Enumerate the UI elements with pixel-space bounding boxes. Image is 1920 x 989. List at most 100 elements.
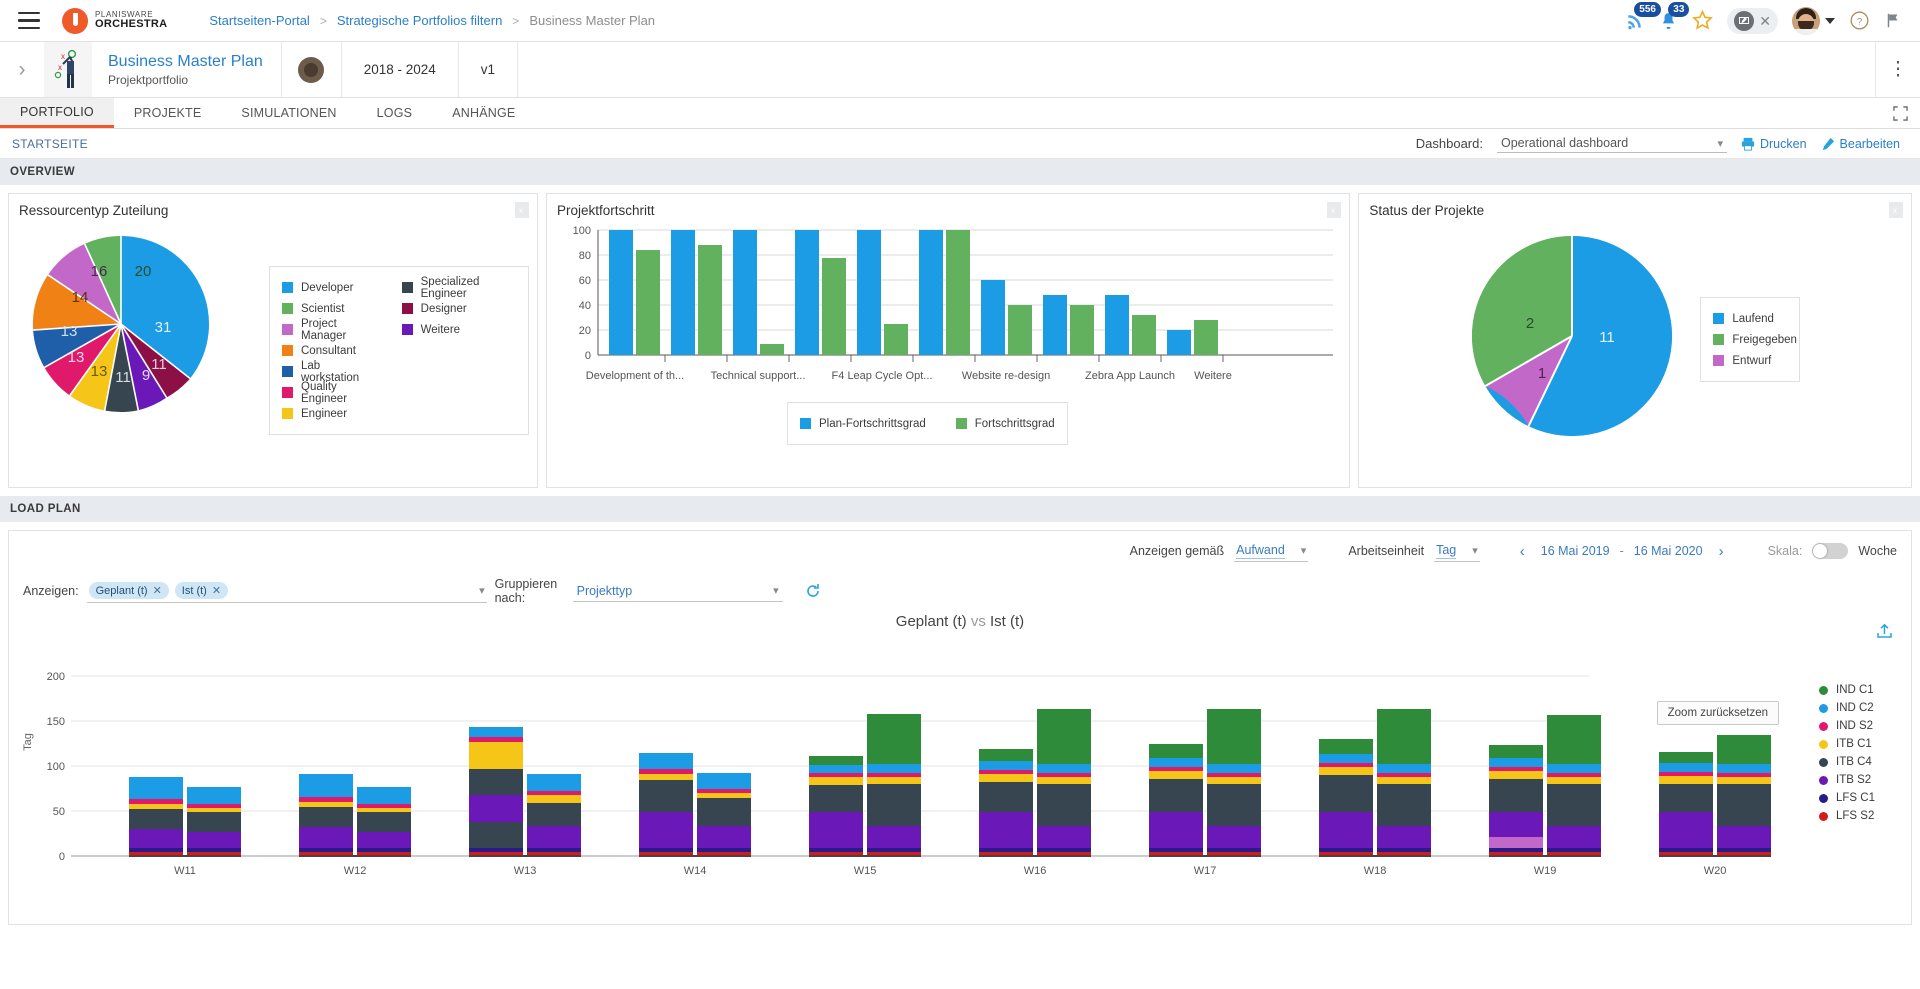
legend-swatch <box>1713 355 1724 366</box>
date-from[interactable]: 16 Mai 2019 <box>1541 544 1610 558</box>
widget-title: Projektfortschritt <box>547 194 1349 218</box>
svg-text:x: x <box>58 63 62 72</box>
menu-icon[interactable] <box>12 6 46 36</box>
arbeitseinheit-value: Tag <box>1436 543 1456 559</box>
legend-label: IND S2 <box>1836 720 1873 732</box>
chip-remove-icon[interactable]: ✕ <box>212 584 221 597</box>
svg-text:9: 9 <box>142 367 150 384</box>
legend-item: ITB C4 <box>1819 753 1875 771</box>
date-separator: - <box>1620 544 1624 558</box>
load-plan-panel: Anzeigen gemäß Aufwand ▾ Arbeitseinheit … <box>8 530 1912 925</box>
chevron-down-icon[interactable] <box>1825 18 1835 24</box>
legend-label: Designer <box>421 303 467 315</box>
tab-projekte[interactable]: PROJEKTE <box>114 98 222 128</box>
tab-anhaenge[interactable]: ANHÄNGE <box>432 98 535 128</box>
app-logo: PLANISWARE ORCHESTRA <box>62 8 167 34</box>
legend-label: ITB C4 <box>1836 756 1872 768</box>
prev-period-button[interactable]: ‹ <box>1514 543 1531 560</box>
bell-badge: 33 <box>1668 2 1689 17</box>
skala-toggle[interactable] <box>1812 543 1848 559</box>
tab-simulationen[interactable]: SIMULATIONEN <box>221 98 356 128</box>
anzeigen-multiselect[interactable]: Geplant (t) ✕ Ist (t) ✕ ▾ <box>87 579 487 603</box>
more-options-icon[interactable]: ⋮ <box>1876 42 1920 97</box>
widget-title: Status der Projekte <box>1359 194 1911 218</box>
dashboard-select[interactable]: Operational dashboard ▾ <box>1497 134 1727 153</box>
legend-swatch <box>1819 776 1828 785</box>
object-title-block: Business Master Plan Projektportfolio <box>92 42 282 97</box>
breadcrumb-item-1[interactable]: Strategische Portfolios filtern <box>337 13 502 28</box>
version-cell: v1 <box>459 42 518 97</box>
svg-text:Technical support...: Technical support... <box>711 370 806 382</box>
export-icon[interactable] <box>1876 623 1893 639</box>
tab-logs[interactable]: LOGS <box>357 98 433 128</box>
print-button[interactable]: Drucken <box>1741 137 1807 151</box>
load-plan-filters: Anzeigen: Geplant (t) ✕ Ist (t) ✕ ▾ Grup… <box>9 571 1911 611</box>
edit-label: Bearbeiten <box>1840 137 1900 151</box>
chip-geplant[interactable]: Geplant (t) ✕ <box>89 582 169 599</box>
rss-icon[interactable]: 556 <box>1625 11 1645 31</box>
page-title[interactable]: Business Master Plan <box>108 53 263 71</box>
legend-item: Engineer <box>282 403 376 424</box>
legend-swatch <box>1819 686 1828 695</box>
legend-swatch <box>1819 758 1828 767</box>
edit-button[interactable]: Bearbeiten <box>1821 137 1900 151</box>
user-menu[interactable] <box>1792 7 1835 35</box>
gruppieren-select[interactable]: Projekttyp ▾ <box>573 581 783 602</box>
svg-text:F4 Leap Cycle Opt...: F4 Leap Cycle Opt... <box>832 370 933 382</box>
legend-project-status: Laufend Freigegeben Entwurf <box>1700 297 1800 382</box>
breadcrumb: Startseiten-Portal > Strategische Portfo… <box>209 13 655 28</box>
legend-item: Weitere <box>402 319 516 340</box>
chip-ist[interactable]: Ist (t) ✕ <box>175 582 228 599</box>
bar-group-w20: W20 <box>1659 735 1771 877</box>
next-period-button[interactable]: › <box>1713 543 1730 560</box>
date-to[interactable]: 16 Mai 2020 <box>1634 544 1703 558</box>
legend-swatch <box>282 387 293 398</box>
breadcrumb-item-2: Business Master Plan <box>529 13 655 28</box>
legend-swatch <box>1819 740 1828 749</box>
svg-text:13: 13 <box>61 323 78 340</box>
anzeigen-gemaess-select[interactable]: Aufwand ▾ <box>1234 541 1308 562</box>
legend-item: Quality Engineer <box>282 382 376 403</box>
legend-label: Engineer <box>301 408 347 420</box>
edit-icon[interactable] <box>1734 11 1754 31</box>
refresh-icon[interactable] <box>805 583 821 599</box>
printer-icon <box>1741 137 1755 151</box>
startseite-tab[interactable]: STARTSEITE <box>12 137 88 151</box>
legend-label: Project Manager <box>301 318 376 342</box>
bell-icon[interactable]: 33 <box>1659 11 1678 31</box>
edit-mode-pill[interactable]: ✕ <box>1727 8 1778 34</box>
anzeigen-gemaess-value: Aufwand <box>1236 543 1285 559</box>
export-excel-icon[interactable]: x <box>1889 202 1903 218</box>
arbeitseinheit-select[interactable]: Tag ▾ <box>1434 541 1480 562</box>
export-excel-icon[interactable]: x <box>515 202 529 218</box>
fullscreen-icon[interactable] <box>1880 98 1920 128</box>
tab-portfolio[interactable]: PORTFOLIO <box>0 98 114 128</box>
expand-arrow-icon[interactable]: › <box>0 42 44 97</box>
svg-text:Weitere: Weitere <box>1194 370 1232 382</box>
widget-project-status: Status der Projekte x 11 2 1 <box>1358 193 1912 488</box>
chevron-down-icon[interactable]: ▾ <box>479 584 485 597</box>
section-loadplan-header: LOAD PLAN <box>0 496 1920 522</box>
breadcrumb-item-0[interactable]: Startseiten-Portal <box>209 13 309 28</box>
svg-text:W13: W13 <box>514 865 537 877</box>
avatar[interactable] <box>1792 7 1820 35</box>
export-excel-icon[interactable]: x <box>1327 202 1341 218</box>
svg-text:80: 80 <box>579 250 591 262</box>
legend-resource-type: Developer Scientist Project Manager Cons… <box>269 266 529 435</box>
legend-swatch <box>1819 812 1828 821</box>
owner-avatar[interactable] <box>282 42 342 97</box>
svg-text:13: 13 <box>68 349 85 366</box>
chip-remove-icon[interactable]: ✕ <box>153 584 162 597</box>
print-label: Drucken <box>1760 137 1807 151</box>
star-icon[interactable] <box>1692 10 1713 31</box>
bar-group-w14: W14 <box>639 753 751 877</box>
flag-icon[interactable] <box>1884 11 1902 30</box>
gruppieren-value: Projekttyp <box>577 584 633 598</box>
legend-swatch <box>282 282 293 293</box>
svg-text:0: 0 <box>585 350 591 362</box>
close-icon[interactable]: ✕ <box>1759 14 1771 28</box>
legend-label: Quality Engineer <box>301 381 376 405</box>
legend-item: Fortschrittsgrad <box>956 413 1055 434</box>
bar-group-w11: W11 <box>129 777 241 877</box>
help-icon[interactable]: ? <box>1849 10 1870 31</box>
